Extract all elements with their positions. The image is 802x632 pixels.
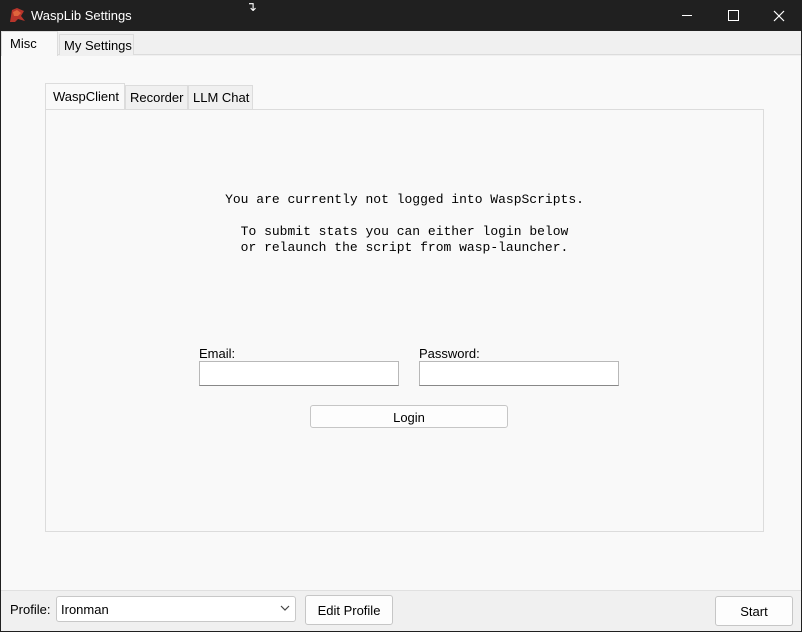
password-label: Password:: [419, 346, 480, 361]
maximize-button[interactable]: [710, 0, 756, 31]
login-instructions-line2: or relaunch the script from wasp-launche…: [240, 240, 569, 255]
close-icon: [773, 10, 785, 21]
profile-selected-value: Ironman: [61, 602, 109, 617]
email-field[interactable]: [199, 361, 399, 386]
tab-my-settings[interactable]: My Settings: [59, 34, 134, 55]
login-status-message: You are currently not logged into WaspSc…: [225, 192, 584, 207]
start-button[interactable]: Start: [715, 596, 793, 626]
maximize-icon: [727, 10, 739, 21]
wasplib-app-icon: [10, 8, 25, 22]
password-field[interactable]: [419, 361, 619, 386]
bottom-bar: Profile: Ironman Edit Profile Start: [1, 590, 801, 631]
tab-misc[interactable]: Misc: [1, 31, 58, 56]
tab-waspclient[interactable]: WaspClient: [45, 83, 125, 110]
login-button[interactable]: Login: [310, 405, 508, 428]
edit-profile-button[interactable]: Edit Profile: [305, 595, 393, 625]
tab-recorder[interactable]: Recorder: [125, 85, 188, 109]
title-bar[interactable]: WaspLib Settings ↴: [0, 0, 802, 31]
misc-page: WaspClient Recorder LLM Chat You are cur…: [1, 56, 801, 590]
waspclient-panel: You are currently not logged into WaspSc…: [45, 109, 764, 532]
window-client-area: Misc My Settings WaspClient Recorder LLM…: [1, 31, 801, 631]
chevron-down-icon: [280, 605, 290, 611]
tab-llm-chat[interactable]: LLM Chat: [188, 85, 253, 109]
profile-label: Profile:: [10, 602, 51, 617]
email-label: Email:: [199, 346, 236, 361]
minimize-button[interactable]: [664, 0, 710, 31]
top-tab-bar: Misc My Settings: [1, 31, 801, 56]
profile-select[interactable]: Ironman: [56, 596, 296, 622]
close-button[interactable]: [756, 0, 802, 31]
minimize-icon: [681, 15, 692, 16]
window-title: WaspLib Settings: [31, 8, 132, 23]
login-instructions-line1: To submit stats you can either login bel…: [240, 224, 569, 239]
mouse-cursor-icon: ↴: [246, 0, 257, 14]
